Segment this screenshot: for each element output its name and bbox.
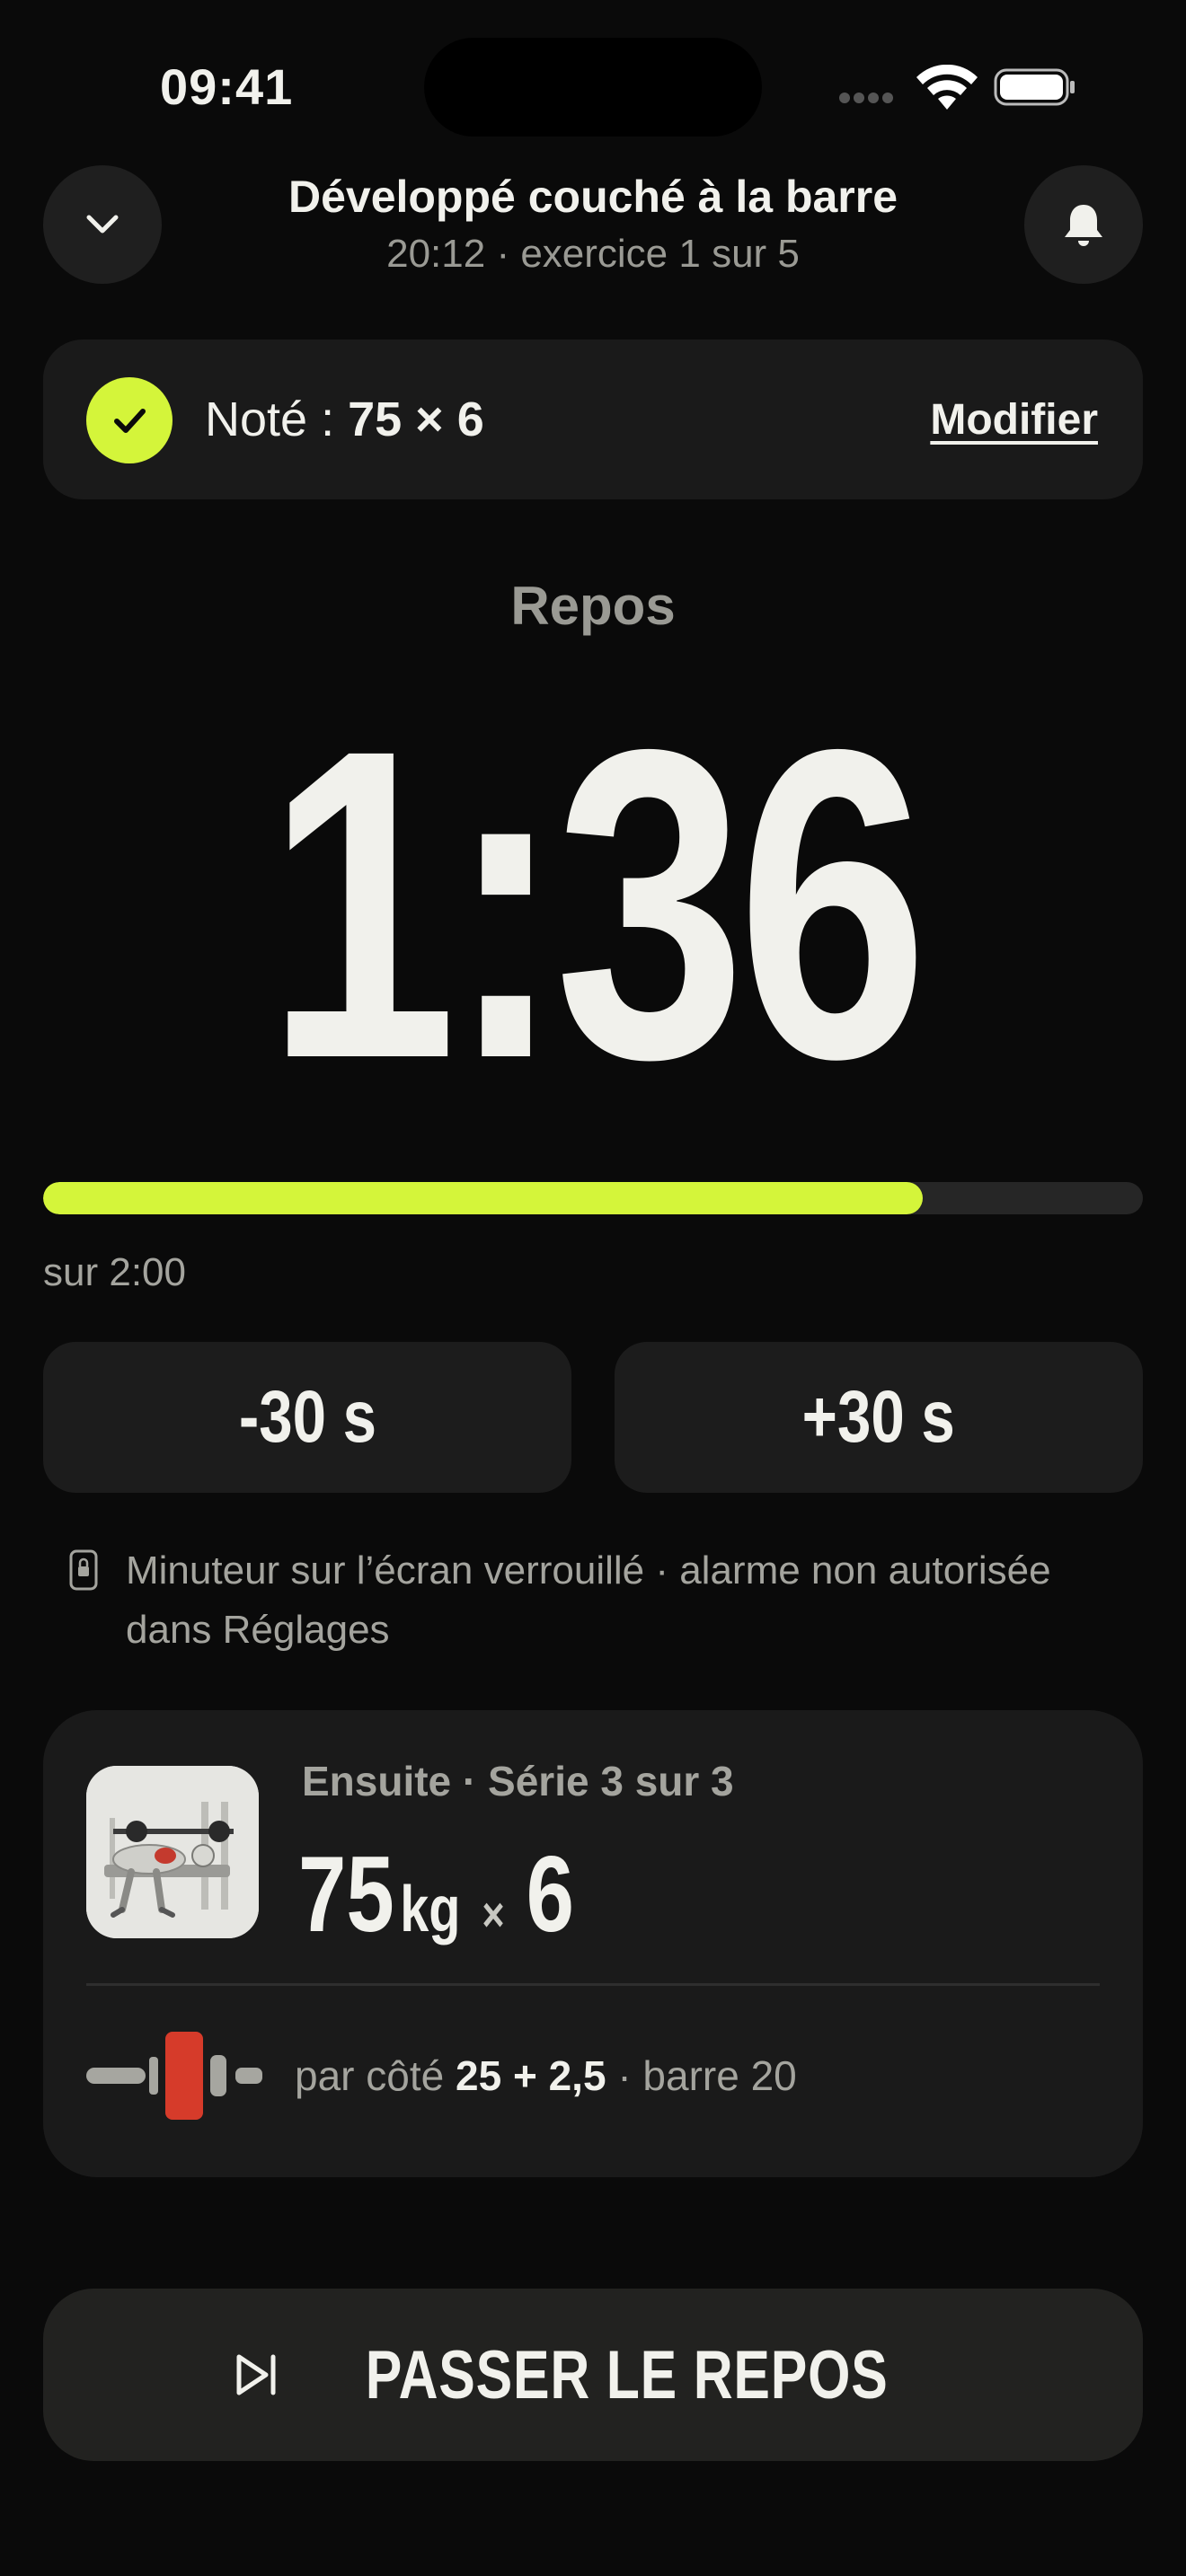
times-sign: × — [482, 1888, 505, 1942]
lock-screen-note: Minuteur sur l’écran verrouillé · alarme… — [126, 1548, 1051, 1652]
exercise-title: Développé couché à la barre — [288, 172, 898, 222]
card-divider — [86, 1983, 1100, 1986]
plates-breakdown: par côté 25 + 2,5 · barre 20 — [295, 2051, 797, 2100]
skip-rest-button[interactable]: PASSER LE REPOS — [43, 2289, 1143, 2461]
barbell-plates-icon — [86, 2032, 262, 2120]
logged-value: 75 × 6 — [348, 393, 484, 446]
skip-rest-label: PASSER LE REPOS — [366, 2336, 889, 2413]
alert-button[interactable] — [1024, 165, 1143, 284]
battery-icon — [994, 68, 1075, 106]
plus-30s-label: +30 s — [801, 1376, 956, 1458]
exercise-subtitle: 20:12 · exercice 1 sur 5 — [0, 232, 1186, 277]
logged-set-text: Noté : 75 × 6 — [205, 392, 484, 447]
edit-logged-set-link[interactable]: Modifier — [930, 395, 1098, 445]
dynamic-island — [424, 38, 762, 137]
status-time: 09:41 — [160, 58, 294, 115]
bench-press-illustration — [86, 1766, 259, 1938]
next-set-label: Ensuite · Série 3 sur 3 — [302, 1758, 734, 1804]
next-set-target: 75kg × 6 — [298, 1832, 574, 1956]
next-reps-value: 6 — [526, 1834, 575, 1954]
wifi-icon — [916, 65, 978, 110]
rest-label: Repos — [510, 576, 676, 636]
check-icon — [86, 377, 173, 463]
skip-forward-icon — [236, 2354, 276, 2395]
logged-label: Noté : — [205, 393, 335, 446]
plates-value: 25 + 2,5 — [456, 2052, 606, 2099]
signal-dots-icon — [839, 92, 902, 104]
rest-total: sur 2:00 — [43, 1250, 186, 1294]
rest-progress-fill — [43, 1182, 924, 1214]
next-weight-value: 75 — [298, 1834, 394, 1954]
session-elapsed: 20:12 — [386, 232, 486, 276]
minus-30s-button[interactable]: -30 s — [43, 1342, 571, 1493]
next-weight-unit: kg — [400, 1874, 461, 1945]
plus-30s-button[interactable]: +30 s — [615, 1342, 1143, 1493]
minus-30s-label: -30 s — [238, 1376, 376, 1458]
rest-progress-bar — [43, 1182, 1143, 1214]
rest-countdown: 1:36 — [266, 657, 928, 1150]
plates-suffix: · barre 20 — [617, 2052, 797, 2099]
lock-icon — [69, 1549, 98, 1591]
bell-icon — [1065, 205, 1102, 246]
plates-prefix: par côté — [295, 2052, 445, 2099]
exercise-progress: · exercice 1 sur 5 — [496, 232, 800, 276]
